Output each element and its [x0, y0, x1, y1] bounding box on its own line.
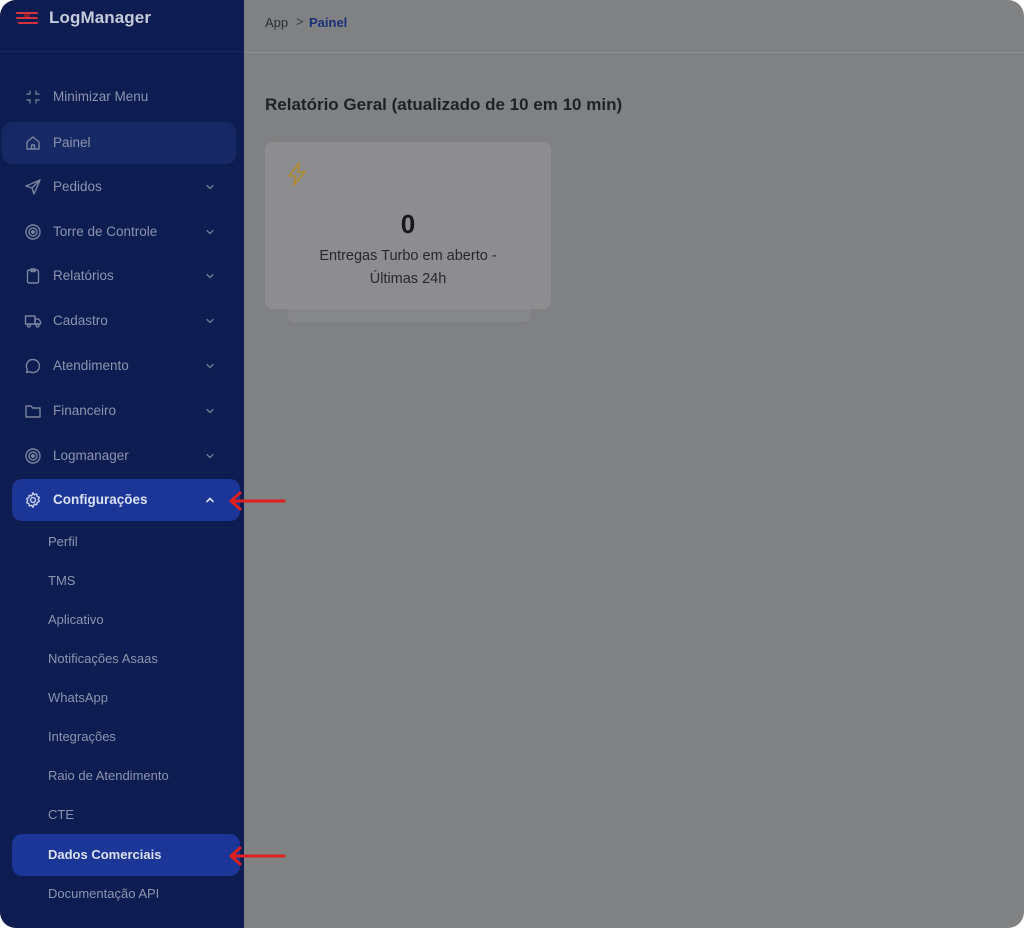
home-icon — [24, 134, 42, 152]
breadcrumb-current: Painel — [309, 15, 348, 30]
breadcrumb-separator: > — [296, 14, 304, 29]
submenu-item-raio-de-atendimento[interactable]: Raio de Atendimento — [12, 755, 240, 797]
sidebar-item-label: Logmanager — [53, 448, 129, 463]
logo-icon — [16, 11, 38, 25]
app-window: LogManager Minimizar Menu Painel Pedidos… — [0, 0, 1024, 928]
sidebar-item-label: Relatórios — [53, 268, 114, 283]
submenu-item-dados-comerciais[interactable]: Dados Comerciais — [12, 834, 240, 876]
chevron-down-icon — [204, 226, 216, 238]
sidebar-item-atendimento[interactable]: Atendimento — [12, 345, 240, 387]
target-icon — [24, 447, 42, 465]
chevron-down-icon — [204, 450, 216, 462]
submenu-item-notificacoes-asaas[interactable]: Notificações Asaas — [12, 638, 240, 680]
submenu-item-label: Notificações Asaas — [48, 651, 158, 666]
submenu-item-label: CTE — [48, 807, 74, 822]
breadcrumb-root-link[interactable]: App — [265, 15, 288, 30]
submenu-item-label: Integrações — [48, 729, 116, 744]
truck-icon — [24, 312, 42, 330]
minimize-menu-label: Minimizar Menu — [53, 89, 149, 104]
sidebar-item-cadastro[interactable]: Cadastro — [12, 300, 240, 342]
sidebar-item-financeiro[interactable]: Financeiro — [12, 390, 240, 432]
submenu-item-label: Raio de Atendimento — [48, 768, 169, 783]
minimize-menu-button[interactable]: Minimizar Menu — [12, 76, 240, 118]
clipboard-icon — [24, 267, 42, 285]
sidebar-item-label: Financeiro — [53, 403, 117, 418]
sidebar-item-label: Painel — [53, 135, 91, 150]
submenu-item-label: Documentação API — [48, 886, 160, 901]
submenu-item-label: Perfil — [48, 534, 78, 549]
submenu-item-aplicativo[interactable]: Aplicativo — [12, 599, 240, 641]
chevron-down-icon — [204, 270, 216, 282]
chat-icon — [24, 357, 42, 375]
brand-header: LogManager — [0, 0, 244, 52]
page-title: Relatório Geral (atualizado de 10 em 10 … — [265, 95, 623, 114]
sidebar-item-relatorios[interactable]: Relatórios — [12, 255, 240, 297]
stat-label-line1: Entregas Turbo em aberto - — [319, 248, 497, 264]
submenu-item-label: TMS — [48, 573, 76, 588]
submenu-item-cte[interactable]: CTE — [12, 794, 240, 836]
sidebar-item-label: Configurações — [53, 492, 148, 507]
chevron-down-icon — [204, 360, 216, 372]
sidebar-item-painel[interactable]: Painel — [2, 122, 236, 164]
submenu-item-documentacao-api[interactable]: Documentação API — [12, 873, 240, 915]
target-icon — [24, 223, 42, 241]
stat-label: Entregas Turbo em aberto - Últimas 24h — [295, 245, 521, 291]
app-name[interactable]: LogManager — [49, 8, 151, 28]
annotation-arrow-icon — [229, 846, 286, 866]
sidebar-item-torre-de-controle[interactable]: Torre de Controle — [12, 211, 240, 253]
annotation-arrow-icon — [229, 491, 286, 511]
breadcrumb: App > Painel — [244, 0, 1024, 53]
minimize-icon — [24, 88, 42, 106]
submenu-item-integracoes[interactable]: Integrações — [12, 716, 240, 758]
submenu-item-whatsapp[interactable]: WhatsApp — [12, 677, 240, 719]
sidebar-item-label: Torre de Controle — [53, 224, 158, 239]
sidebar-item-label: Cadastro — [53, 313, 108, 328]
stat-label-line2: Últimas 24h — [369, 271, 447, 287]
chevron-up-icon — [204, 494, 216, 506]
gear-icon — [24, 491, 42, 509]
lightning-icon — [285, 160, 309, 188]
sidebar-item-configuracoes[interactable]: Configurações — [12, 479, 240, 521]
submenu-item-tms[interactable]: TMS — [12, 560, 240, 602]
stat-value: 0 — [400, 209, 416, 239]
submenu-item-label: Dados Comerciais — [48, 847, 162, 862]
chevron-down-icon — [204, 315, 216, 327]
sidebar-item-pedidos[interactable]: Pedidos — [12, 166, 240, 208]
stat-card-entregas-turbo[interactable]: 0 Entregas Turbo em aberto - Últimas 24h — [265, 142, 551, 309]
sidebar: LogManager Minimizar Menu Painel Pedidos… — [0, 0, 244, 928]
sidebar-item-label: Pedidos — [53, 179, 102, 194]
folder-icon — [24, 402, 42, 420]
sidebar-item-logmanager[interactable]: Logmanager — [12, 435, 240, 477]
submenu-item-label: WhatsApp — [48, 690, 108, 705]
chevron-down-icon — [204, 405, 216, 417]
sidebar-item-label: Atendimento — [53, 358, 129, 373]
submenu-item-perfil[interactable]: Perfil — [12, 521, 240, 563]
send-icon — [24, 178, 42, 196]
submenu-item-label: Aplicativo — [48, 612, 104, 627]
chevron-down-icon — [204, 181, 216, 193]
